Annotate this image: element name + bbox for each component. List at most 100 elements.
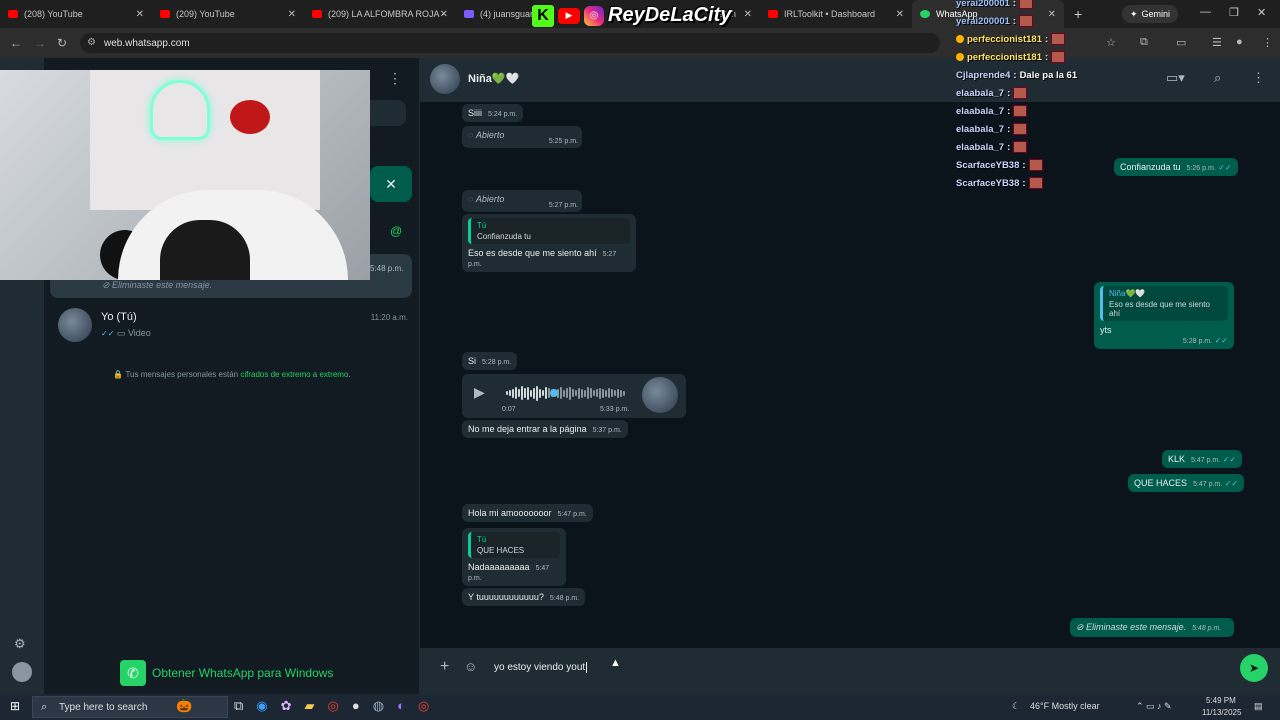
back-icon[interactable]: ← (10, 36, 22, 50)
message-time: 5:25 p.m. (548, 138, 578, 145)
file-explorer-icon[interactable]: ▰ (305, 698, 315, 714)
dismiss-banner-button[interactable]: ✕ (370, 166, 412, 202)
settings-icon[interactable]: ⚙ (14, 636, 26, 652)
restore-icon[interactable]: ❐ (1229, 6, 1239, 19)
contact-avatar[interactable] (430, 64, 460, 94)
waveform-bar (596, 389, 598, 397)
tab-youtube-209[interactable]: (209) YouTube ✕ (152, 0, 304, 28)
extensions-icon[interactable]: ⧉ (1140, 36, 1148, 49)
tray-icons[interactable]: ⌃ ▭ ♪ ✎ (1136, 701, 1172, 712)
message-text: Confianzuda tu (1120, 162, 1181, 172)
menu-kebab-icon[interactable]: ⋮ (1262, 36, 1273, 49)
search-bar-edge[interactable] (364, 100, 406, 126)
reply-message-out[interactable]: Niña💚🤍 Eso es desde que me siento ahí yts… (1094, 282, 1234, 349)
chrome-icon[interactable]: ◎ (328, 698, 339, 714)
message-in[interactable]: No me deja entrar a la página 5:37 p.m. (462, 420, 628, 438)
message-in[interactable]: Y tuuuuuuuuuuuu? 5:48 p.m. (462, 588, 586, 606)
profile-icon[interactable]: ● (1236, 36, 1243, 48)
waveform-bar (539, 388, 541, 398)
star-icon[interactable]: ☆ (1106, 36, 1116, 49)
task-view-icon[interactable]: ⧉ (234, 698, 243, 714)
message-out[interactable]: KLK 5:47 p.m. ✓✓ (1162, 450, 1243, 468)
view-once-message[interactable]: ◌ Abierto 5:25 p.m. (462, 126, 582, 148)
quoted-message[interactable]: Niña💚🤍 Eso es desde que me siento ahí (1100, 286, 1228, 321)
media-icon[interactable]: ☰ (1212, 36, 1222, 49)
playhead[interactable] (550, 389, 558, 397)
message-time: 5:33 p.m. (600, 406, 630, 413)
video-call-icon[interactable]: ▭▾ (1166, 70, 1185, 86)
clock-time[interactable]: 5:49 PM (1206, 696, 1236, 705)
view-once-message[interactable]: ◌ Abierto 5:27 p.m. (462, 190, 582, 212)
message-time: 5:48 p.m. (549, 595, 580, 602)
reload-icon[interactable]: ↻ (57, 36, 67, 50)
profile-avatar[interactable] (12, 662, 32, 682)
waveform-bar (560, 387, 562, 399)
waveform-bar (584, 389, 586, 397)
tab-youtube-208[interactable]: (208) YouTube ✕ (0, 0, 152, 28)
obs-icon[interactable]: ● (352, 698, 360, 714)
discord-icon[interactable]: ◐ (397, 698, 405, 714)
cast-icon[interactable]: ▭ (1176, 36, 1186, 49)
send-button[interactable]: ➤ (1240, 654, 1268, 682)
tab-alfombra-roja[interactable]: (209) LA ALFOMBRA ROJA - ✕ (304, 0, 456, 28)
message-in[interactable]: Hola mi amooooooor 5:47 p.m. (462, 504, 593, 522)
menu-kebab-icon[interactable]: ⋮ (1252, 70, 1265, 86)
taskbar-search[interactable]: ⌕ Type here to search (32, 696, 228, 718)
minimize-icon[interactable]: — (1200, 6, 1211, 18)
site-info-icon[interactable]: ⚙ (87, 37, 96, 48)
quoted-message[interactable]: Tú Confianzuda tu (468, 218, 630, 244)
window-close-icon[interactable]: ✕ (1257, 6, 1266, 19)
quote-author: Tú (477, 535, 487, 544)
get-app-banner[interactable]: ✆ Obtener WhatsApp para Windows (120, 660, 333, 686)
message-out[interactable]: QUE HACES 5:47 p.m. ✓✓ (1128, 474, 1245, 492)
close-icon[interactable]: ✕ (288, 9, 296, 20)
message-in[interactable]: Si 5:28 p.m. (462, 352, 518, 370)
url-field[interactable]: ⚙ web.whatsapp.com (80, 33, 940, 53)
view-once-icon: ◌ (468, 194, 476, 204)
attach-plus-icon[interactable]: + (440, 658, 449, 676)
emote-icon (1019, 0, 1034, 9)
forward-icon[interactable]: → (34, 36, 46, 50)
deleted-preview: ⊘ Eliminaste este mensaje. (102, 280, 212, 291)
reply-message[interactable]: Tú Confianzuda tu Eso es desde que me sie… (462, 214, 636, 272)
avatar (58, 308, 92, 342)
deleted-message[interactable]: ⊘ Eliminaste este mensaje. 5:48 p.m. (1070, 618, 1234, 637)
quote-author: Tú (477, 221, 487, 230)
notifications-icon[interactable]: ▤ (1254, 701, 1263, 712)
chat-header[interactable]: Niña💚🤍 ▭▾ ⌕ ⋮ (420, 58, 1280, 102)
message-in[interactable]: Siiii 5:24 p.m. (462, 104, 524, 122)
waveform-bar (617, 388, 619, 398)
quoted-message[interactable]: Tú QUE HACES (468, 532, 560, 558)
message-input[interactable]: yo estoy viendo yout (484, 656, 1236, 680)
sticker-icon[interactable]: ☺ (464, 659, 477, 674)
close-icon[interactable]: ✕ (744, 9, 752, 20)
weather-text[interactable]: 46°F Mostly clear (1030, 701, 1100, 711)
copilot-icon[interactable]: ✿ (281, 698, 292, 714)
emote-icon (1013, 105, 1028, 117)
close-icon[interactable]: ✕ (136, 9, 144, 20)
steam-icon[interactable]: ◍ (373, 698, 384, 714)
encryption-link[interactable]: cifrados de extremo a extremo (240, 370, 348, 379)
edge-icon[interactable]: ◉ (256, 698, 267, 714)
message-text: Siiii (468, 108, 483, 118)
tab-irltoolkit[interactable]: IRLToolkit • Dashboard ✕ (760, 0, 912, 28)
gemini-button[interactable]: ✦ Gemini (1122, 5, 1179, 23)
chrome-active-icon[interactable]: ◎ (418, 698, 429, 714)
close-icon[interactable]: ✕ (896, 9, 904, 20)
double-check-icon: ✓✓ (1218, 163, 1232, 172)
text-caret (586, 662, 588, 673)
windows-start-icon[interactable]: ⊞ (10, 699, 20, 713)
menu-kebab-icon[interactable]: ⋮ (388, 70, 402, 87)
chat-item-self[interactable]: Yo (Tú) 11:20 a.m. ✓✓ ▭ Video (58, 308, 408, 352)
search-icon[interactable]: ⌕ (1214, 70, 1221, 86)
stream-chat-line: elaabala_7: (956, 102, 1106, 120)
clock-date[interactable]: 11/13/2025 (1202, 708, 1241, 717)
reply-message[interactable]: Tú QUE HACES Nadaaaaaaaaa 5:47 p.m. (462, 528, 566, 586)
message-time: 5:47 p.m. (1191, 457, 1221, 464)
message-out[interactable]: Confianzuda tu 5:26 p.m. ✓✓ (1114, 158, 1238, 176)
stream-chat-username: ScarfaceYB38 (956, 159, 1020, 171)
youtube-icon (312, 10, 322, 18)
voice-waveform[interactable] (506, 385, 626, 401)
play-icon[interactable]: ▶ (474, 384, 485, 401)
close-icon[interactable]: ✕ (440, 9, 448, 20)
